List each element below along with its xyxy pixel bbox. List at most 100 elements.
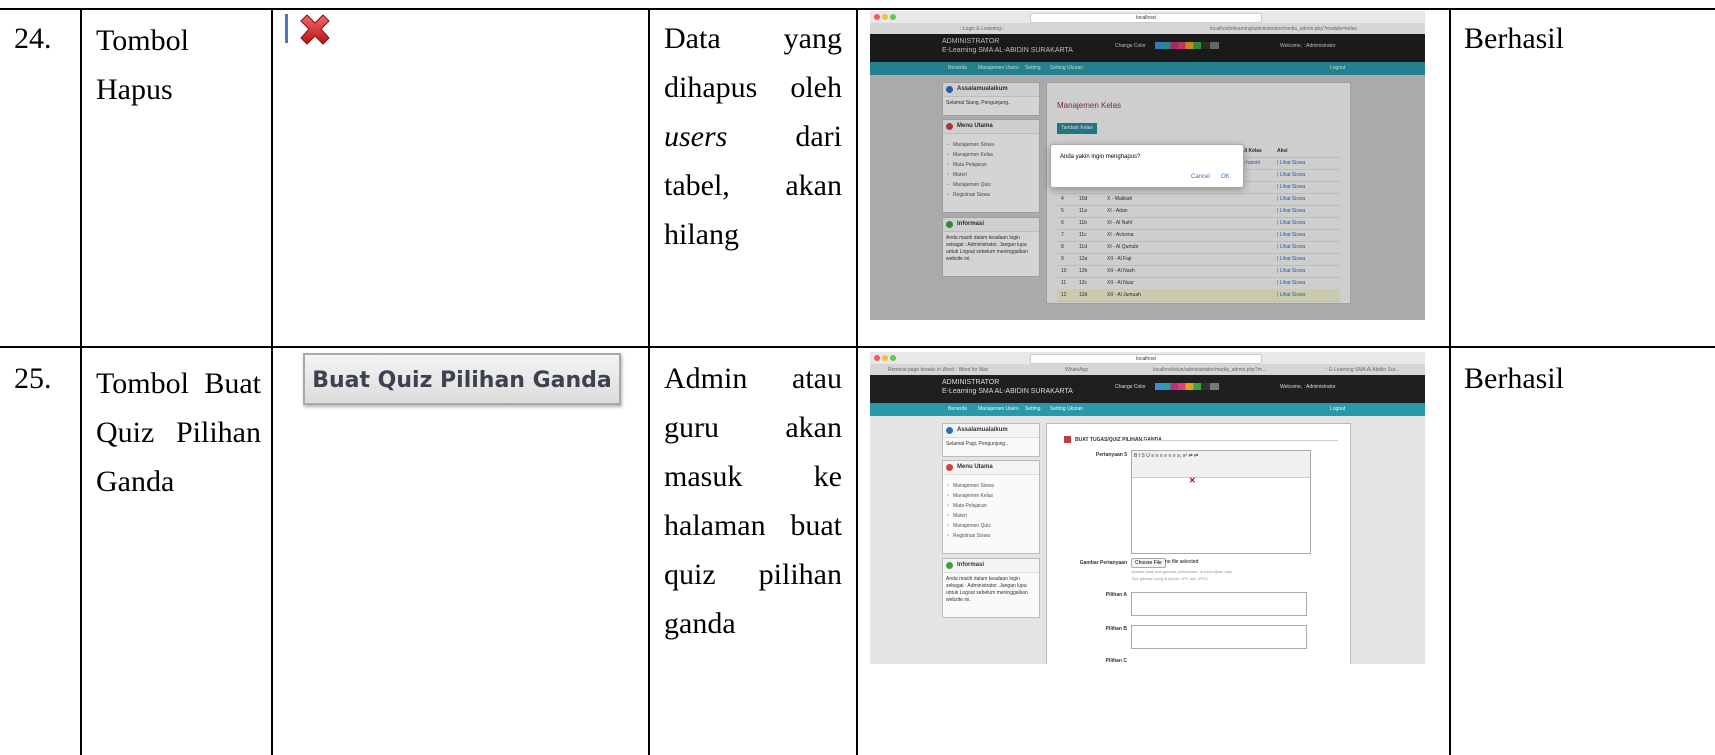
menu-item: Manajemen Siswa [943, 481, 1039, 491]
ok-button[interactable]: OK [1221, 174, 1230, 180]
result-line: Admin atau [664, 362, 842, 395]
row-number: 25. [14, 362, 52, 395]
image-label: Gambar Pertanyaan [1079, 560, 1127, 566]
nav-item: Logout [1330, 406, 1346, 412]
column-divider [271, 8, 273, 755]
main-menu-panel: Menu Utama Manajemen Siswa Manajemen Kel… [942, 460, 1040, 554]
nav-item: Beranda [948, 406, 967, 412]
maximize-dot-icon [890, 14, 896, 20]
close-dot-icon [874, 355, 880, 361]
menu-item: Mata Pelajaran [943, 501, 1039, 511]
confirm-dialog: Anda yakin ingin menghapus? Cancel OK [1050, 144, 1244, 188]
choice-b-input[interactable] [1131, 625, 1307, 649]
color-swatches [1155, 383, 1219, 390]
column-divider [1449, 8, 1451, 755]
menu-title: Menu Utama [943, 461, 1039, 475]
component-name-line: Tombol [96, 24, 189, 57]
browser-tab: WhatsApp [1065, 367, 1089, 373]
menu-item: Materi [943, 511, 1039, 521]
info-title: Informasi [943, 559, 1039, 573]
choice-a-input[interactable] [1131, 592, 1307, 616]
site-nav: Beranda Manajemen Users Setting Setting … [870, 403, 1425, 416]
expected-result: Data yang dihapus oleh users dari tabel, … [664, 14, 842, 259]
result-line: masuk ke [664, 460, 842, 493]
minimize-dot-icon [882, 14, 888, 20]
close-dot-icon [874, 14, 880, 20]
delete-x-icon [300, 14, 330, 45]
menu-item: Manajemen Kelas [943, 491, 1039, 501]
address-bar: localhost [1030, 354, 1262, 364]
header-title: ADMINISTRATOR [942, 379, 1000, 386]
column-divider [856, 8, 858, 755]
editor-toolbar: B I S U ≡ ≡ ≡ ≡ ≡ ≡ x₂ x² ⇄ ⇄ [1132, 451, 1310, 478]
menu-item: Registrasi Siswa [943, 531, 1039, 541]
screenshot-quiz-form: localhost Remove page breaks in Word - W… [870, 352, 1425, 664]
browser-tab: Remove page breaks in Word - Word for Ma… [888, 367, 989, 373]
site-header: ADMINISTRATOR E-Learning SMA AL-ABIDIN S… [870, 375, 1425, 403]
separator-bar [285, 14, 288, 43]
choice-b-label: Pilihan B [1105, 626, 1127, 632]
question-editor[interactable]: B I S U ≡ ≡ ≡ ≡ ≡ ≡ x₂ x² ⇄ ⇄ [1131, 450, 1311, 554]
status-text: Berhasil [1464, 362, 1564, 395]
image-hint: Tipe gambar yang di ijinkan JPG dan JPEG [1131, 576, 1209, 581]
header-subtitle: E-Learning SMA AL-ABIDIN SURAKARTA [942, 388, 1073, 395]
column-divider [80, 8, 82, 755]
minimize-dot-icon [882, 355, 888, 361]
cancel-button[interactable]: Cancel [1191, 174, 1210, 180]
pencil-icon [946, 464, 953, 471]
document-table: 24. Tombol Hapus Data yang dihapus oleh … [0, 0, 1715, 755]
result-line: users dari [664, 120, 842, 153]
nav-item: Setting [1025, 406, 1041, 412]
result-line: quiz pilihan [664, 558, 842, 591]
column-divider [648, 8, 650, 755]
result-line: guru akan [664, 411, 842, 444]
browser-tab: ::Login E-Learning:: [960, 26, 1004, 32]
result-line: Data yang [664, 22, 842, 55]
choice-c-label: Pilihan C [1105, 658, 1127, 664]
menu-item: Manajemen Quiz [943, 521, 1039, 531]
result-line: tabel, akan [664, 169, 842, 202]
nav-item: Setting Ukuran [1050, 406, 1084, 412]
info-icon [946, 427, 953, 434]
change-color-label: Change Color [1115, 384, 1146, 390]
create-quiz-button[interactable]: Buat Quiz Pilihan Ganda [303, 353, 621, 405]
browser-tabs: ::Login E-Learning:: localhost/elearning… [870, 23, 1425, 34]
result-line: halaman buat [664, 509, 842, 542]
expected-result: Admin atau guru akan masuk ke halaman bu… [664, 354, 842, 648]
dialog-message: Anda yakin ingin menghapus? [1060, 154, 1141, 160]
image-hint: Apabila tidak ada gambar pertanyaan, di … [1131, 569, 1232, 574]
browser-tab: localhost/elun/administrator/media_admin… [1153, 367, 1267, 373]
result-line: dihapus oleh [664, 71, 842, 104]
browser-tabs: Remove page breaks in Word - Word for Ma… [870, 364, 1425, 375]
plus-icon [946, 562, 953, 569]
maximize-dot-icon [890, 355, 896, 361]
result-line: ganda [664, 607, 736, 640]
welcome-text: Welcome, : Administrator [1280, 384, 1336, 390]
quiz-form-panel: BUAT TUGAS/QUIZ PILIHAN GANDA Pertanyaan… [1046, 423, 1351, 664]
form-icon [1064, 436, 1071, 443]
question-label: Pertanyaan 5 [1095, 452, 1127, 458]
component-name-line: Quiz Pilihan [96, 416, 261, 449]
browser-tab: :: E-Learning SMA Al Abidin Sur... [1325, 367, 1400, 373]
info-text: Anda masih dalam keadaan login sebagai :… [946, 576, 1028, 603]
greeting-text: Selamat Pagi, Pengunjung.. [946, 441, 1008, 447]
greeting-panel: Assalamualaikum Selamat Pagi, Pengunjung… [942, 423, 1040, 457]
component-name-line: Hapus [96, 73, 173, 106]
no-file-text: no file selected [1165, 559, 1199, 565]
result-line: hilang [664, 218, 739, 251]
status-text: Berhasil [1464, 22, 1564, 55]
component-name: Tombol Buat Quiz Pilihan Ganda [96, 359, 261, 506]
title-rule [1142, 440, 1338, 441]
row-number: 24. [14, 22, 52, 55]
component-name-line: Tombol Buat [96, 367, 261, 400]
component-name: Tombol Hapus [96, 16, 256, 114]
greeting-title: Assalamualaikum [943, 424, 1039, 438]
remove-format-icon[interactable]: ✕ [1189, 476, 1196, 485]
nav-item: Manajemen Users [978, 406, 1019, 412]
browser-tab: localhost/elearning/administrator/media_… [1210, 26, 1357, 32]
address-bar: localhost [1030, 13, 1262, 23]
component-name-line: Ganda [96, 465, 175, 498]
screenshot-delete-confirmation: localhost ::Login E-Learning:: localhost… [870, 11, 1425, 320]
choose-file-button[interactable]: Choose File [1131, 558, 1166, 568]
info-panel: Informasi Anda masih dalam keadaan login… [942, 558, 1040, 618]
